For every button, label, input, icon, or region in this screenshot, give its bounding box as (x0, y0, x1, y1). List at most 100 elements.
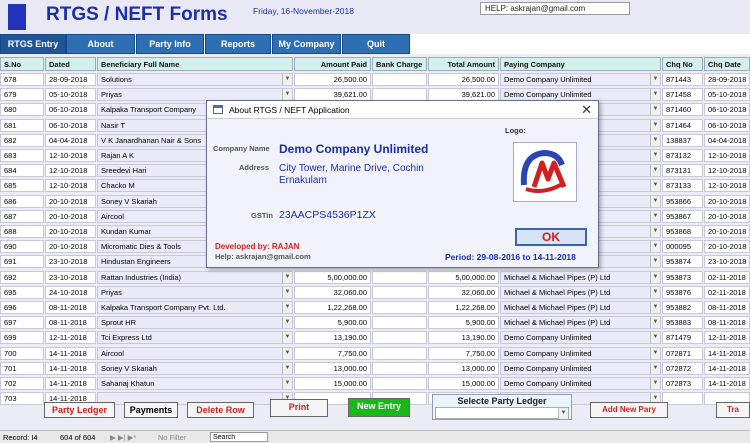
cell-sno[interactable]: 684 (0, 164, 44, 178)
cell-chq-no[interactable] (662, 392, 703, 406)
cell-bank-charge[interactable] (372, 73, 427, 86)
cell-chq-date[interactable]: 14-11-2018 (704, 346, 750, 360)
cell-chq-no[interactable]: 953882 (662, 301, 703, 314)
cell-chq-no[interactable]: 138837 (662, 133, 703, 147)
tab-quit[interactable]: Quit (342, 34, 410, 54)
cell-chq-no[interactable]: 072872 (662, 361, 703, 375)
cell-paying-company[interactable]: Michael & Michael Pipes (P) Ltd (500, 301, 661, 314)
cell-chq-date[interactable]: 12-10-2018 (704, 149, 750, 162)
cell-sno[interactable]: 697 (0, 316, 44, 330)
chevron-down-icon[interactable]: ▼ (650, 195, 660, 207)
cell-dated[interactable]: 12-10-2018 (45, 179, 96, 193)
cell-chq-no[interactable]: 953873 (662, 270, 703, 284)
cell-chq-date[interactable]: 20-10-2018 (704, 194, 750, 208)
cell-chq-date[interactable]: 05-10-2018 (704, 88, 750, 102)
cell-chq-date[interactable]: 08-11-2018 (704, 301, 750, 314)
close-icon[interactable]: ✕ (581, 102, 592, 118)
cell-dated[interactable]: 20-10-2018 (45, 194, 96, 208)
cell-chq-no[interactable]: 072873 (662, 377, 703, 390)
table-row[interactable]: 695 24-10-2018 Priyas ▼ 32,060.00 32,060.00 Mi… (0, 285, 750, 299)
chevron-down-icon[interactable]: ▼ (650, 378, 660, 389)
party-ledger-button[interactable]: Party Ledger (44, 402, 115, 418)
cell-amount-paid[interactable]: 26,500.00 (294, 73, 371, 86)
cell-chq-no[interactable]: 953874 (662, 255, 703, 269)
cell-sno[interactable]: 703 (0, 392, 44, 406)
cell-sno[interactable]: 702 (0, 377, 44, 390)
cell-paying-company[interactable]: Demo Company Unlimited (500, 346, 661, 360)
cell-amount-paid[interactable]: 15,000.00 (294, 377, 371, 390)
cell-dated[interactable]: 14-11-2018 (45, 377, 96, 390)
tab-rtgs-entry[interactable]: RTGS Entry (0, 34, 66, 54)
cell-amount-paid[interactable]: 13,190.00 (294, 331, 371, 345)
cell-dated[interactable]: 06-10-2018 (45, 118, 96, 132)
cell-dated[interactable]: 04-04-2018 (45, 133, 96, 147)
search-input[interactable] (210, 432, 268, 442)
tab-reports[interactable]: Reports (205, 34, 271, 54)
cell-amount-paid[interactable]: 5,00,000.00 (294, 270, 371, 284)
cell-amount-paid[interactable]: 13,000.00 (294, 361, 371, 375)
cell-amount-paid[interactable]: 5,900.00 (294, 316, 371, 330)
chevron-down-icon[interactable]: ▼ (650, 119, 660, 131)
cell-paying-company[interactable]: Michael & Michael Pipes (P) Ltd (500, 270, 661, 284)
cell-bank-charge[interactable] (372, 331, 427, 345)
new-entry-button[interactable]: New Entry (348, 398, 410, 417)
cell-chq-no[interactable]: 953876 (662, 285, 703, 299)
chevron-down-icon[interactable]: ▼ (282, 317, 292, 329)
cell-sno[interactable]: 687 (0, 209, 44, 223)
table-row[interactable]: 697 08-11-2018 Sprout HR ▼ 5,900.00 5,900.00 M… (0, 316, 750, 330)
chevron-down-icon[interactable]: ▼ (282, 378, 292, 389)
cell-chq-no[interactable]: 871464 (662, 118, 703, 132)
cell-chq-no[interactable]: 871460 (662, 103, 703, 117)
chevron-down-icon[interactable]: ▼ (650, 89, 660, 101)
chevron-down-icon[interactable]: ▼ (650, 210, 660, 222)
cell-chq-date[interactable]: 06-10-2018 (704, 118, 750, 132)
cell-beneficiary[interactable]: Kalpaka Transport Company Pvt. Ltd. (97, 301, 293, 314)
chevron-down-icon[interactable]: ▼ (282, 89, 292, 101)
cell-amount-paid[interactable]: 1,22,268.00 (294, 301, 371, 314)
cell-dated[interactable]: 20-10-2018 (45, 225, 96, 238)
tab-my-company[interactable]: My Company (272, 34, 341, 54)
cell-bank-charge[interactable] (372, 301, 427, 314)
cell-paying-company[interactable]: Michael & Michael Pipes (P) Ltd (500, 316, 661, 330)
tab-party-info[interactable]: Party Info (136, 34, 204, 54)
cell-amount-paid[interactable]: 32,060.00 (294, 285, 371, 299)
chevron-down-icon[interactable]: ▼ (282, 332, 292, 344)
table-row[interactable]: 699 12-11-2018 Tci Express Ltd ▼ 13,190.00 13… (0, 331, 750, 345)
cell-chq-date[interactable]: 02-11-2018 (704, 270, 750, 284)
cell-bank-charge[interactable] (372, 377, 427, 390)
cell-chq-date[interactable]: 12-10-2018 (704, 164, 750, 178)
cell-chq-date[interactable]: 12-11-2018 (704, 331, 750, 345)
cell-sno[interactable]: 686 (0, 194, 44, 208)
chevron-down-icon[interactable]: ▼ (558, 408, 568, 419)
cell-sno[interactable]: 690 (0, 240, 44, 254)
cell-paying-company[interactable]: Michael & Michael Pipes (P) Ltd (500, 285, 661, 299)
cell-dated[interactable]: 23-10-2018 (45, 270, 96, 284)
cell-total-amount[interactable]: 26,500.00 (428, 73, 499, 86)
cell-chq-no[interactable]: 000095 (662, 240, 703, 254)
chevron-down-icon[interactable]: ▼ (650, 271, 660, 283)
cell-dated[interactable]: 06-10-2018 (45, 103, 96, 117)
chevron-down-icon[interactable]: ▼ (282, 302, 292, 313)
cell-dated[interactable]: 28-09-2018 (45, 73, 96, 86)
cell-bank-charge[interactable] (372, 270, 427, 284)
cell-beneficiary[interactable]: Aircool (97, 346, 293, 360)
cell-chq-no[interactable]: 871443 (662, 73, 703, 86)
cell-chq-date[interactable]: 28-09-2018 (704, 73, 750, 86)
cell-dated[interactable]: 20-10-2018 (45, 209, 96, 223)
cell-chq-date[interactable]: 04-04-2018 (704, 133, 750, 147)
chevron-down-icon[interactable]: ▼ (282, 74, 292, 85)
cell-beneficiary[interactable]: Soney V Skariah (97, 361, 293, 375)
payments-button[interactable]: Payments (124, 402, 178, 418)
cell-bank-charge[interactable] (372, 361, 427, 375)
no-filter-label[interactable]: No Filter (158, 433, 186, 442)
cell-total-amount[interactable]: 7,750.00 (428, 346, 499, 360)
cell-sno[interactable]: 685 (0, 179, 44, 193)
cell-chq-date[interactable]: 08-11-2018 (704, 316, 750, 330)
table-row[interactable]: 701 14-11-2018 Soney V Skariah ▼ 13,000.00 13… (0, 361, 750, 375)
chevron-down-icon[interactable]: ▼ (650, 347, 660, 359)
cell-total-amount[interactable]: 15,000.00 (428, 377, 499, 390)
record-position[interactable]: 604 of 604 (60, 433, 95, 442)
chevron-down-icon[interactable]: ▼ (282, 271, 292, 283)
table-row[interactable]: 700 14-11-2018 Aircool ▼ 7,750.00 7,750.00 Dem… (0, 346, 750, 360)
cell-chq-no[interactable]: 873131 (662, 164, 703, 178)
